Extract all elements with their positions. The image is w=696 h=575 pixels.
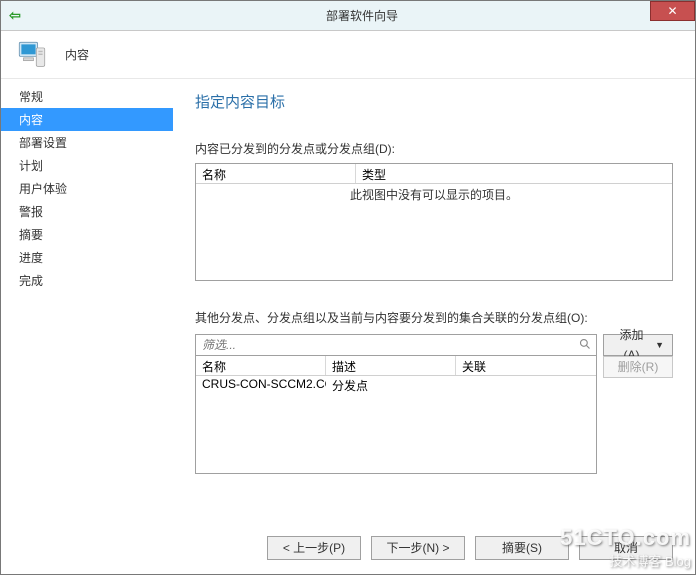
title-bar: ⇦ 部署软件向导 ✕ [1, 1, 695, 31]
computer-icon [15, 38, 49, 72]
search-icon[interactable] [574, 338, 596, 353]
filter-input[interactable] [196, 338, 574, 352]
lower-row: 名称 描述 关联 CRUS-CON-SCCM2.CON... 分发点 删除(R) [195, 356, 673, 474]
page-title: 指定内容目标 [195, 91, 673, 112]
grid2-header: 名称 描述 关联 [196, 356, 596, 376]
close-button[interactable]: ✕ [650, 1, 695, 21]
sidebar-item-general[interactable]: 常规 [1, 85, 173, 108]
side-buttons-lower: 删除(R) [603, 356, 673, 378]
sidebar-item-ux[interactable]: 用户体验 [1, 177, 173, 200]
grid1-empty-text: 此视图中没有可以显示的项目。 [196, 184, 672, 203]
section2-label: 其他分发点、分发点组以及当前与内容要分发到的集合关联的分发点组(O): [195, 309, 673, 326]
cell-desc: 分发点 [326, 376, 456, 395]
side-buttons: 添加(A) ▼ [603, 334, 673, 356]
filter-box [195, 334, 597, 356]
available-points-grid[interactable]: 名称 描述 关联 CRUS-CON-SCCM2.CON... 分发点 [195, 356, 597, 474]
cell-name: CRUS-CON-SCCM2.CON... [196, 376, 326, 395]
sidebar-item-complete[interactable]: 完成 [1, 269, 173, 292]
wizard-footer: < 上一步(P) 下一步(N) > 摘要(S) 取消 [267, 536, 673, 560]
sidebar-item-deploy-set[interactable]: 部署设置 [1, 131, 173, 154]
distributed-points-grid[interactable]: 名称 类型 此视图中没有可以显示的项目。 [195, 163, 673, 281]
sidebar-item-schedule[interactable]: 计划 [1, 154, 173, 177]
grid2-col-desc[interactable]: 描述 [326, 356, 456, 375]
back-arrow-icon[interactable]: ⇦ [1, 7, 29, 24]
add-button[interactable]: 添加(A) ▼ [603, 334, 673, 356]
cell-assoc [456, 376, 596, 395]
grid1-header: 名称 类型 [196, 164, 672, 184]
sidebar-item-progress[interactable]: 进度 [1, 246, 173, 269]
grid1-col-name[interactable]: 名称 [196, 164, 356, 183]
window-title: 部署软件向导 [29, 7, 695, 24]
section1-label: 内容已分发到的分发点或分发点组(D): [195, 140, 673, 157]
filter-row: 添加(A) ▼ [195, 334, 673, 356]
sidebar-item-summary[interactable]: 摘要 [1, 223, 173, 246]
sidebar: 常规 内容 部署设置 计划 用户体验 警报 摘要 进度 完成 [1, 79, 173, 574]
breadcrumb: 内容 [65, 46, 89, 63]
next-button[interactable]: 下一步(N) > [371, 536, 465, 560]
summary-button[interactable]: 摘要(S) [475, 536, 569, 560]
sidebar-item-content[interactable]: 内容 [1, 108, 173, 131]
chevron-down-icon: ▼ [655, 335, 664, 355]
grid1-col-type[interactable]: 类型 [356, 164, 672, 183]
prev-button[interactable]: < 上一步(P) [267, 536, 361, 560]
main-panel: 指定内容目标 内容已分发到的分发点或分发点组(D): 名称 类型 此视图中没有可… [173, 79, 695, 574]
remove-button: 删除(R) [603, 356, 673, 378]
cancel-button[interactable]: 取消 [579, 536, 673, 560]
wizard-body: 常规 内容 部署设置 计划 用户体验 警报 摘要 进度 完成 指定内容目标 内容… [1, 79, 695, 574]
grid2-col-assoc[interactable]: 关联 [456, 356, 596, 375]
sidebar-item-alerts[interactable]: 警报 [1, 200, 173, 223]
header-band: 内容 [1, 31, 695, 79]
grid2-col-name[interactable]: 名称 [196, 356, 326, 375]
table-row[interactable]: CRUS-CON-SCCM2.CON... 分发点 [196, 376, 596, 395]
